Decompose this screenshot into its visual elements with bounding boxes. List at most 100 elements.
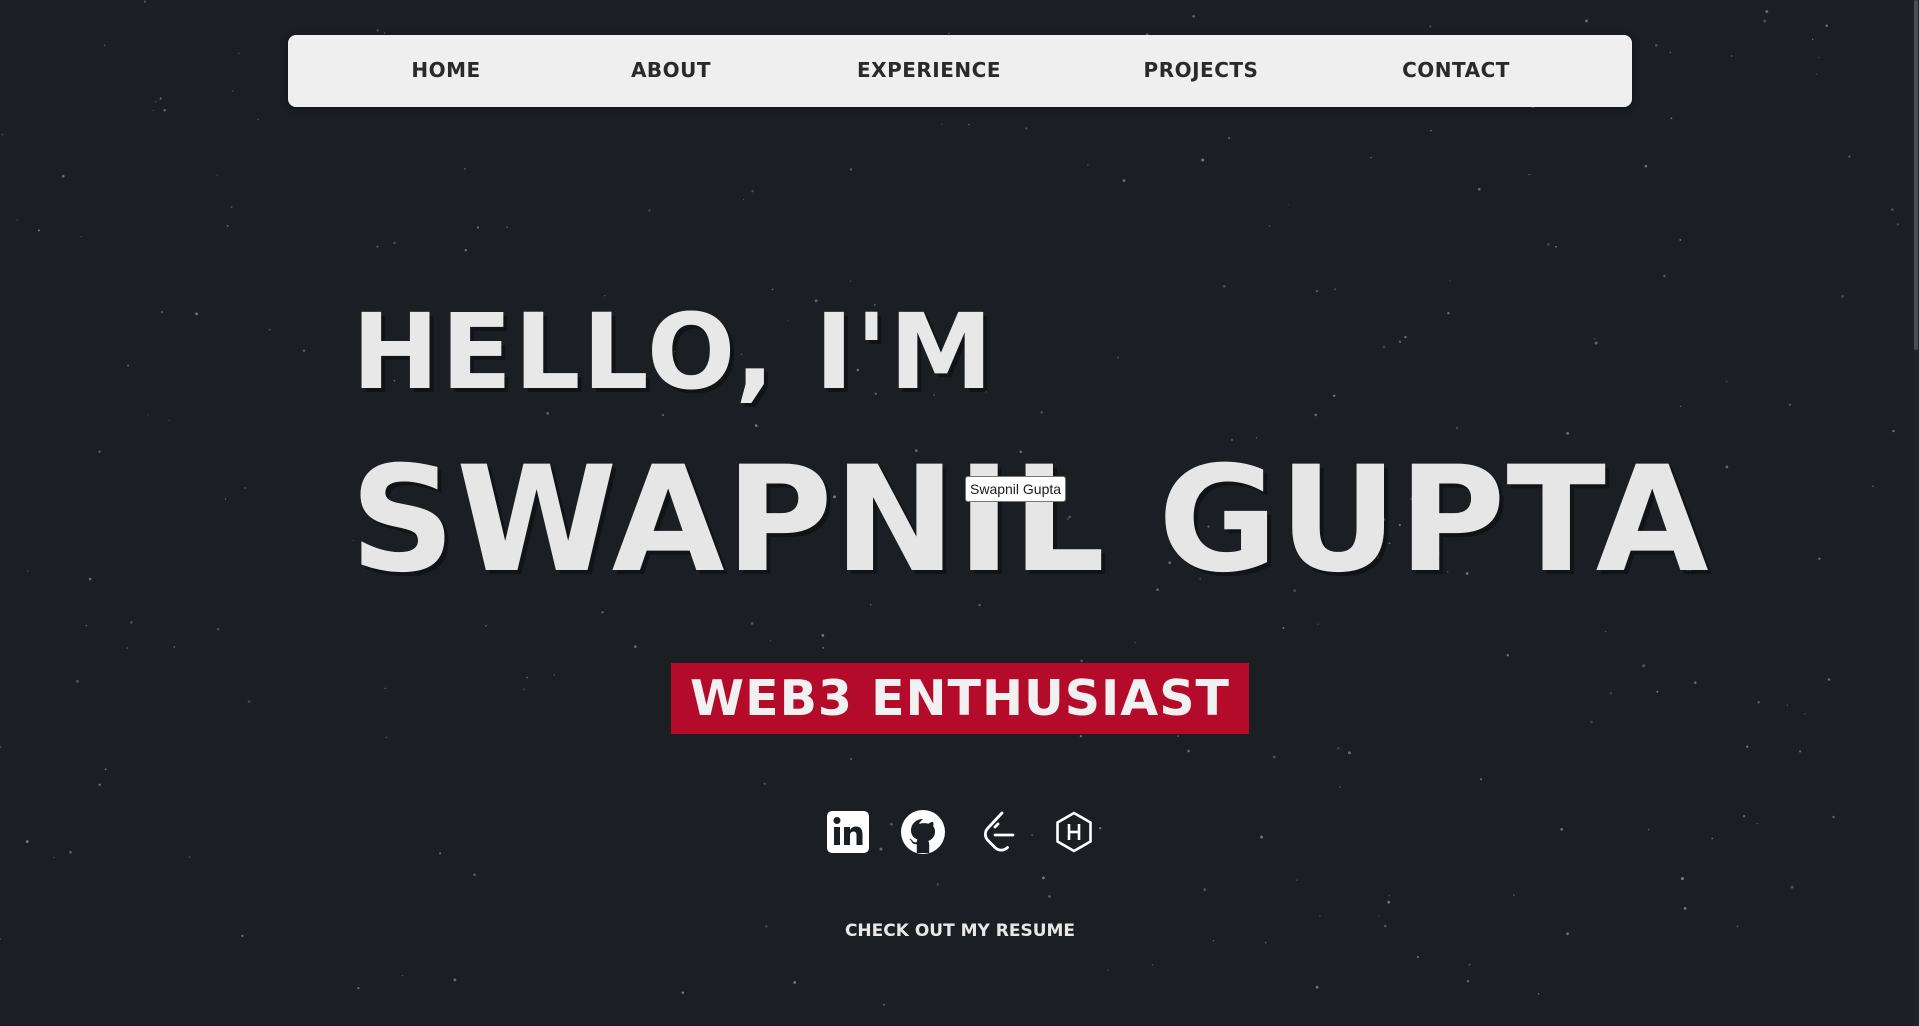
star (1087, 163, 1089, 166)
star (1080, 659, 1084, 663)
star (376, 29, 379, 32)
star (821, 633, 825, 637)
star (173, 645, 176, 648)
star (1099, 826, 1102, 830)
star (104, 768, 107, 771)
hero-name: SWAPNIL GUPTA (350, 435, 1710, 605)
name-tooltip: Swapnil Gupta (965, 476, 1067, 502)
star (765, 924, 768, 928)
star (163, 108, 166, 112)
star (127, 364, 130, 367)
star (401, 974, 404, 977)
star (1040, 411, 1043, 414)
star (1757, 701, 1760, 704)
star (1816, 73, 1818, 75)
star (453, 978, 457, 982)
star (849, 757, 853, 761)
star (1382, 345, 1386, 349)
star (793, 981, 797, 984)
github-icon[interactable] (899, 808, 947, 856)
star (1609, 692, 1613, 695)
star (1404, 335, 1407, 339)
star (1317, 623, 1319, 625)
scrollbar[interactable] (1913, 0, 1919, 1026)
star (241, 934, 244, 938)
star (1337, 747, 1340, 750)
star (1287, 204, 1289, 206)
star (1315, 289, 1319, 293)
star (1594, 338, 1596, 340)
leetcode-icon[interactable] (975, 808, 1023, 856)
star (1107, 969, 1109, 971)
star (1264, 941, 1267, 944)
star (1025, 127, 1028, 130)
resume-link[interactable]: CHECK OUT MY RESUME (840, 917, 1080, 945)
star (1151, 963, 1154, 966)
star (1670, 117, 1673, 120)
star (1447, 312, 1450, 315)
linkedin-icon[interactable] (824, 808, 872, 856)
star (526, 676, 528, 679)
star (1818, 557, 1821, 560)
star (1315, 985, 1319, 989)
star (1338, 786, 1341, 788)
star (1730, 55, 1733, 57)
star (126, 647, 129, 650)
star (1319, 915, 1321, 917)
star (88, 577, 92, 581)
star (1827, 678, 1831, 681)
scrollbar-thumb[interactable] (1914, 0, 1918, 350)
hero-greeting: HELLO, I'M (352, 291, 995, 413)
star (1117, 356, 1119, 359)
star (1656, 690, 1659, 693)
star (633, 645, 637, 648)
star (302, 349, 306, 353)
star (1513, 894, 1515, 896)
star (224, 498, 227, 500)
star (1466, 980, 1470, 983)
star (1468, 963, 1471, 966)
star (1282, 627, 1285, 629)
star (879, 847, 883, 851)
star (25, 840, 29, 844)
nav-projects[interactable]: PROJECTS (1144, 35, 1259, 107)
star (1222, 284, 1226, 288)
star (553, 674, 555, 676)
star (941, 123, 943, 126)
star (1370, 156, 1372, 159)
star (1799, 750, 1802, 753)
star (1604, 630, 1607, 633)
star (1803, 713, 1806, 715)
star (160, 311, 164, 314)
nav-home[interactable]: HOME (411, 35, 480, 107)
nav-contact[interactable]: CONTACT (1402, 35, 1510, 107)
star (1348, 751, 1351, 755)
star (1378, 915, 1380, 917)
nav-experience[interactable]: EXPERIENCE (857, 35, 1001, 107)
star (1848, 155, 1851, 158)
star (473, 873, 476, 877)
star (1528, 173, 1530, 176)
star (1480, 778, 1483, 781)
star (80, 235, 82, 238)
star (476, 226, 480, 229)
star (1506, 653, 1510, 657)
star (188, 856, 191, 858)
star (1537, 993, 1540, 995)
star (1872, 485, 1874, 488)
nav-about[interactable]: ABOUT (631, 35, 711, 107)
star (1122, 179, 1126, 182)
star (1694, 681, 1697, 684)
star (883, 1003, 885, 1006)
star (357, 986, 360, 990)
star (257, 118, 259, 121)
star (1314, 413, 1318, 417)
star (1449, 280, 1451, 282)
star (1585, 19, 1588, 23)
star (76, 679, 79, 683)
star (648, 209, 651, 212)
star (1590, 720, 1593, 724)
hackerrank-icon[interactable] (1050, 808, 1098, 856)
star (484, 624, 487, 627)
star (1177, 735, 1179, 737)
